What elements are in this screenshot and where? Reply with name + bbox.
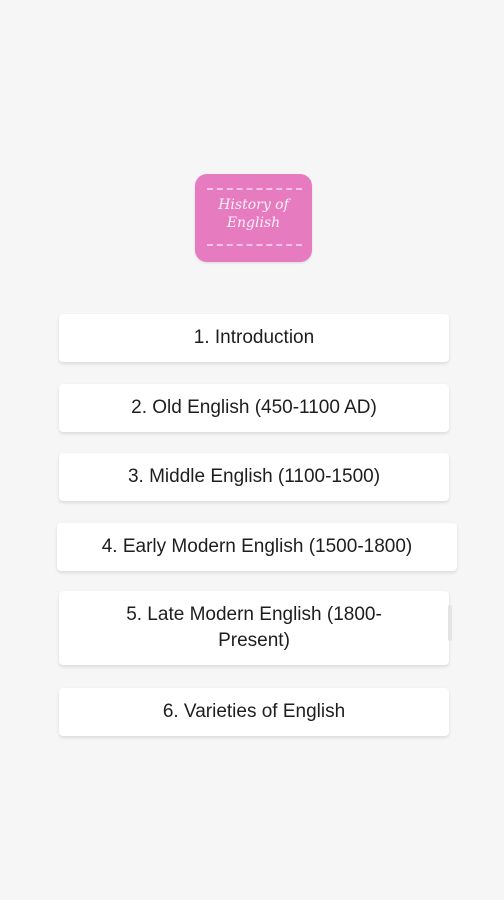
menu-item-old-english[interactable]: 2. Old English (450-1100 AD) bbox=[59, 384, 449, 432]
menu-item-introduction[interactable]: 1. Introduction bbox=[59, 314, 449, 362]
logo-dashed-line-bottom bbox=[207, 244, 302, 246]
logo-dashed-line-top bbox=[207, 188, 302, 190]
menu-item-early-modern-english[interactable]: 4. Early Modern English (1500-1800) bbox=[57, 523, 457, 571]
menu-item-label: 4. Early Modern English (1500-1800) bbox=[101, 536, 413, 557]
menu-item-label: 3. Middle English (1100-1500) bbox=[127, 466, 381, 487]
menu-item-label: 1. Introduction bbox=[193, 327, 315, 348]
scroll-edge-mark bbox=[448, 605, 452, 641]
menu-item-late-modern-english[interactable]: 5. Late Modern English (1800-Present) bbox=[59, 591, 449, 665]
logo-text: History of English bbox=[218, 197, 289, 231]
menu-item-varieties-of-english[interactable]: 6. Varieties of English bbox=[59, 688, 449, 736]
main-screen: History of English 1. Introduction 2. Ol… bbox=[0, 0, 504, 900]
menu-item-middle-english[interactable]: 3. Middle English (1100-1500) bbox=[59, 453, 449, 501]
menu-item-label: 5. Late Modern English (1800-Present) bbox=[126, 604, 382, 651]
app-logo: History of English bbox=[195, 174, 312, 262]
menu-item-label: 6. Varieties of English bbox=[162, 701, 346, 722]
menu-item-label: 2. Old English (450-1100 AD) bbox=[131, 397, 377, 418]
